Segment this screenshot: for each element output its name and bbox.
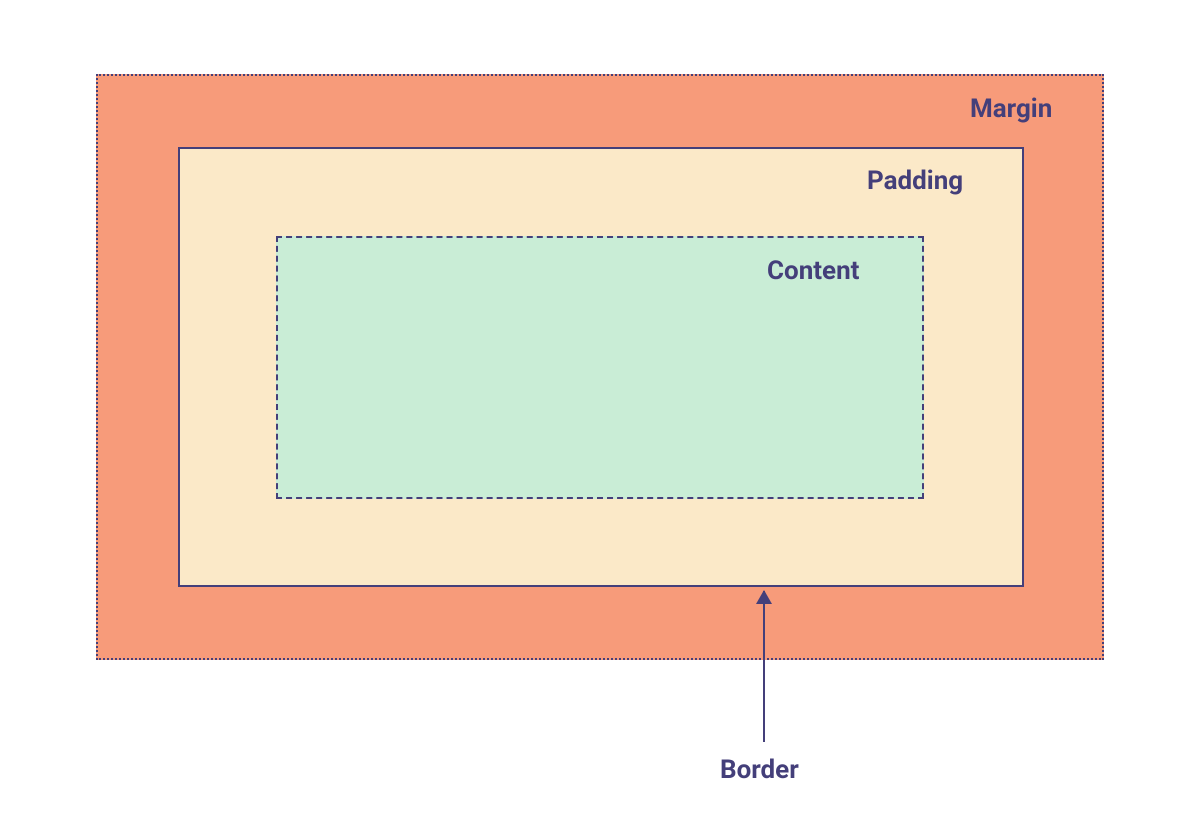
margin-label: Margin <box>970 94 1052 124</box>
content-label: Content <box>767 256 859 286</box>
padding-label: Padding <box>867 166 963 196</box>
box-model-diagram: Margin Padding Content Border <box>0 0 1200 829</box>
border-arrow <box>763 591 765 742</box>
border-label: Border <box>720 755 799 785</box>
